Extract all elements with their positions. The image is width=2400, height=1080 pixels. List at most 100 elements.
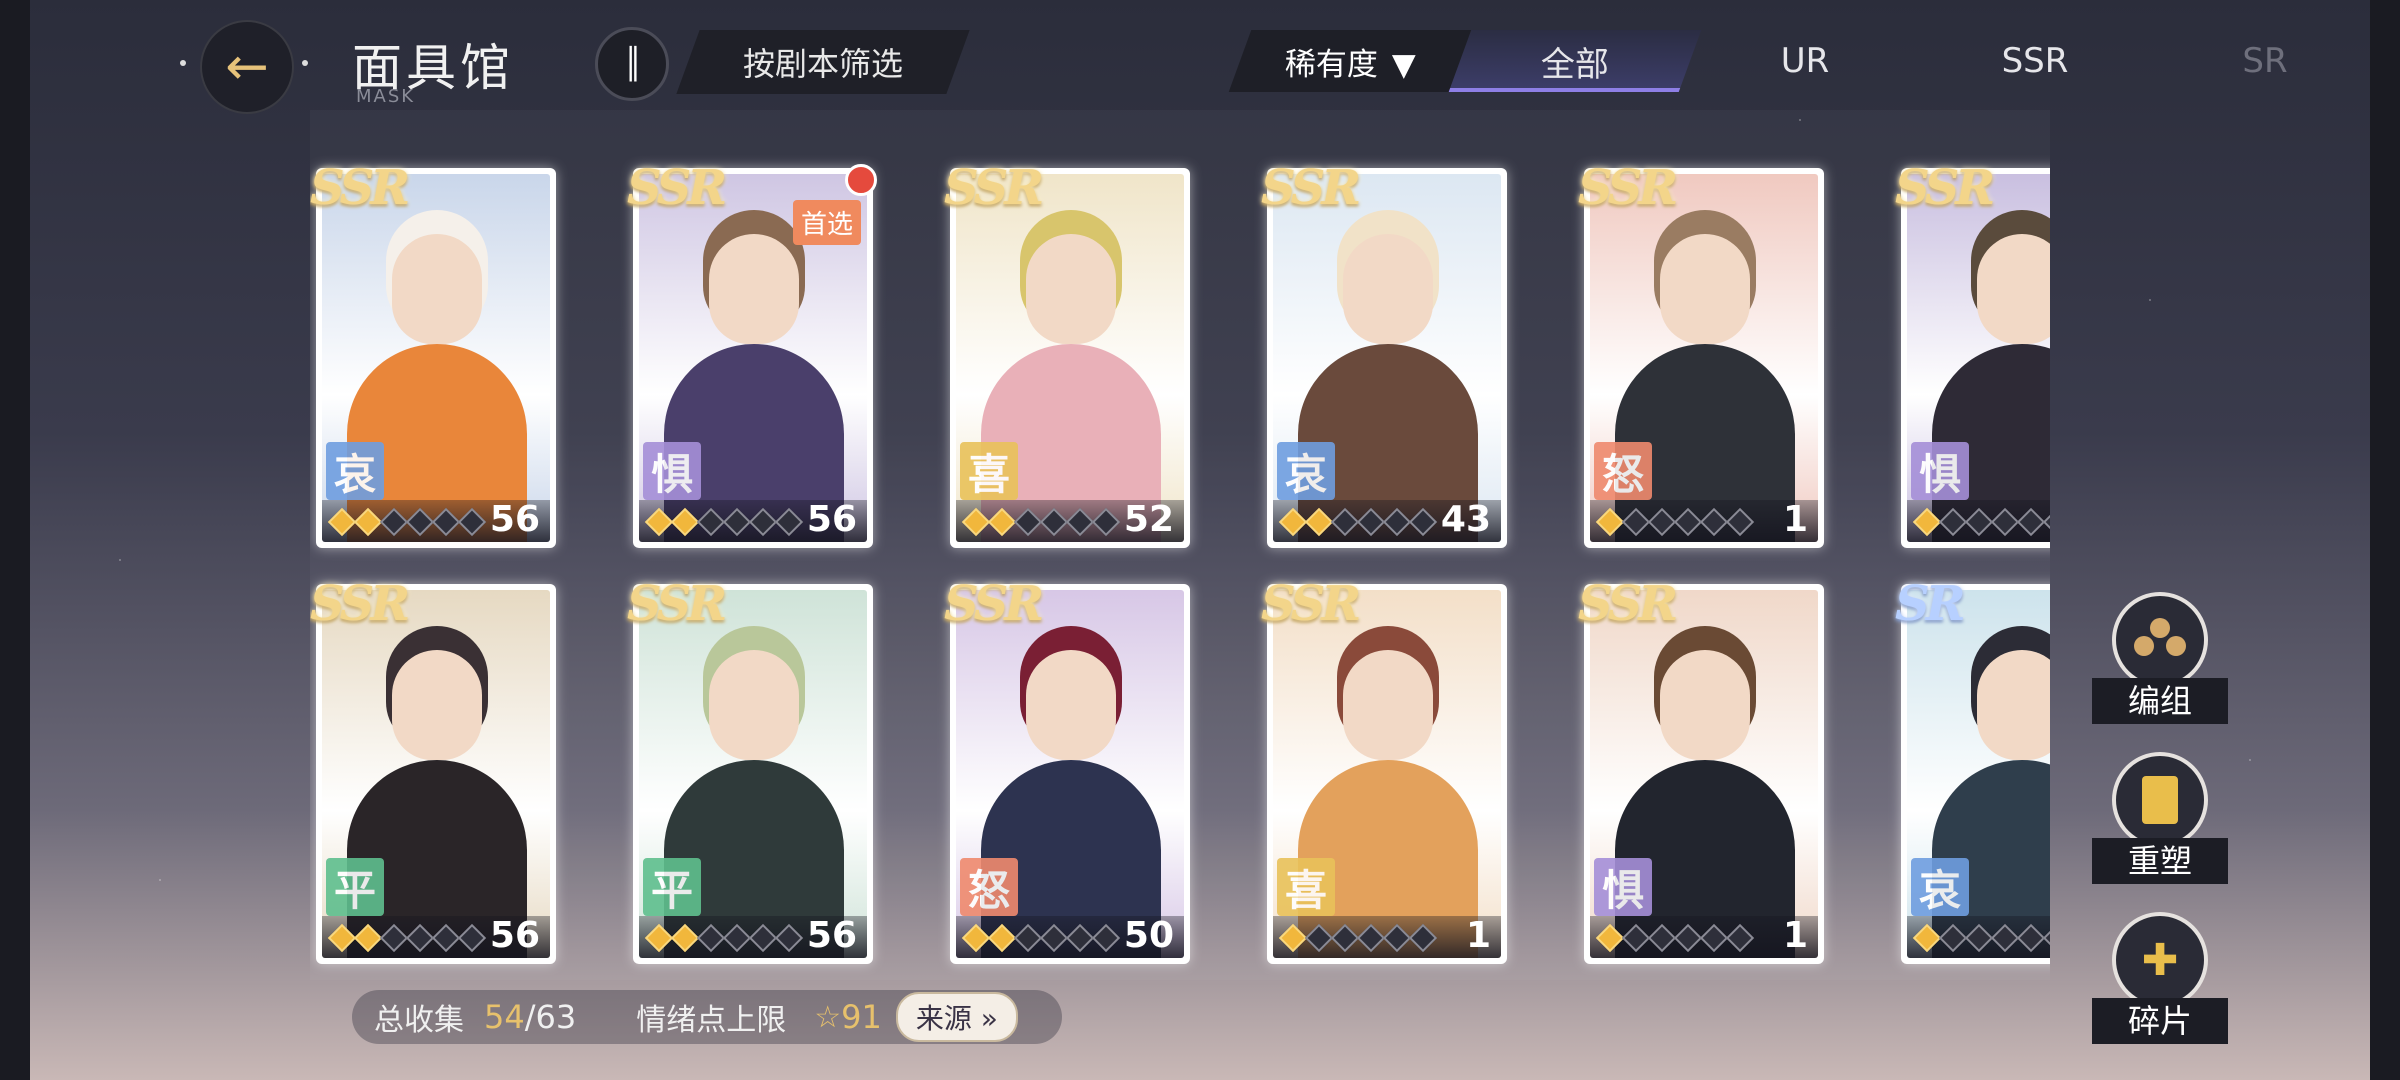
rank-diamond-icon [457,507,487,537]
mask-card[interactable]: 怒 1 SSR [1578,160,1824,548]
mask-card[interactable]: 喜 52 SSR [944,160,1190,548]
rarity-label: SSR [1261,160,1361,216]
rank-diamond-icon [961,923,991,953]
rank-diamond-icon [353,507,383,537]
mask-card[interactable]: 平 56 SSR [310,576,556,964]
card-level: 56 [489,915,540,956]
rank-diamond-icon [1065,923,1095,953]
card-inner: 哀 [1907,590,2050,958]
rarity-label: SSR [1578,576,1678,632]
emotion-badge: 惧 [1594,858,1652,916]
mask-card[interactable]: 哀 56 SSR [310,160,556,548]
mask-card[interactable]: 惧 SSR [1895,160,2050,548]
back-arrow-icon: ← [225,37,269,97]
rank-diamond-icon [696,507,726,537]
rank-diamond-icon [1673,923,1703,953]
rarity-dropdown[interactable]: 稀有度 ▼ [1228,30,1472,92]
group-button[interactable]: 编组 [2092,592,2228,724]
rank-diamond-icon [379,923,409,953]
mask-card[interactable]: 哀 SR [1895,576,2050,964]
portrait-head [392,234,482,344]
group-circle [2112,592,2208,688]
star-rank [644,507,804,537]
card-inner: 喜 52 [956,174,1184,542]
portrait-head [1977,234,2050,344]
rank-diamond-icon [1091,923,1121,953]
rarity-label: SSR [310,576,410,632]
card-inner: 惧1 [1590,590,1818,958]
star-rank [327,923,487,953]
back-button[interactable]: ← [200,20,294,114]
emotion-badge: 平 [326,858,384,916]
card-inner: 怒1 [1590,174,1818,542]
emotion-badge: 喜 [1277,858,1335,916]
rank-diamond-icon [1990,923,2020,953]
fragments-circle: ✚ [2112,912,2208,1008]
rank-diamond-icon [722,507,752,537]
group-label: 编组 [2092,678,2228,724]
emotion-badge: 怒 [1594,442,1652,500]
script-filter-label: 按剧本筛选 [742,45,903,83]
portrait-head [709,650,799,760]
emotion-points: 91 [841,998,882,1036]
rank-diamond-icon [2042,923,2050,953]
card-level: 56 [489,499,540,540]
rank-diamond-icon [1699,507,1729,537]
list-view-button[interactable]: ║ [595,27,669,101]
group-icon [2134,618,2186,662]
mask-card[interactable]: 怒 50 SSR [944,576,1190,964]
rarity-label: SSR [1578,160,1678,216]
tab-sr[interactable]: SR [2150,30,2380,92]
tab-ur[interactable]: UR [1690,30,1920,92]
rank-diamond-icon [1673,507,1703,537]
tab-ssr[interactable]: SSR [1920,30,2150,92]
fragments-button[interactable]: ✚ 碎片 [2092,912,2228,1044]
mask-card[interactable]: 惧 56 首选 SSR [627,160,877,548]
star-rank [327,507,487,537]
card-inner: 哀 43 [1273,174,1501,542]
fragments-label: 碎片 [2092,998,2228,1044]
portrait-head [1343,234,1433,344]
rank-diamond-icon [1356,923,1386,953]
mask-card[interactable]: 惧 1 SSR [1578,576,1824,964]
portrait-head [1977,650,2050,760]
rank-diamond-icon [327,923,357,953]
script-filter-button[interactable]: 按剧本筛选 [676,30,970,94]
rank-diamond-icon [1408,923,1438,953]
emotion-badge: 哀 [1911,858,1969,916]
card-inner: 惧 56 首选 [639,174,867,542]
rank-diamond-icon [1938,507,1968,537]
list-icon: ║ [623,46,642,82]
card-level: 56 [806,915,857,956]
rank-diamond-icon [353,923,383,953]
rank-diamond-icon [2042,507,2050,537]
mask-card[interactable]: 哀 43 SSR [1261,160,1507,548]
rank-diamond-icon [431,923,461,953]
rank-diamond-icon [1091,507,1121,537]
source-button[interactable]: 来源 » [895,992,1018,1042]
rank-diamond-icon [1647,923,1677,953]
emotion-badge: 怒 [960,858,1018,916]
rarity-label: SR [1895,576,1966,632]
reshape-button[interactable]: 重塑 [2092,752,2228,884]
rank-diamond-icon [431,507,461,537]
rank-diamond-icon [1304,923,1334,953]
rank-diamond-icon [1964,923,1994,953]
decor-dot [302,60,308,66]
reshape-circle [2112,752,2208,848]
portrait-head [709,234,799,344]
card-inner: 平 56 [322,590,550,958]
star-rank [1278,923,1438,953]
card-level: 43 [1440,499,1491,540]
rank-diamond-icon [670,507,700,537]
tab-all[interactable]: 全部 [1448,30,1702,92]
puzzle-icon: ✚ [2141,934,2179,986]
rank-diamond-icon [1065,507,1095,537]
card-level: 56 [806,499,857,540]
mask-card[interactable]: 喜 1 SSR [1261,576,1507,964]
rarity-label: SSR [944,576,1044,632]
portrait-head [1660,234,1750,344]
rank-diamond-icon [1990,507,2020,537]
mask-card[interactable]: 平 56 SSR [627,576,873,964]
rarity-label: SSR [1261,576,1361,632]
